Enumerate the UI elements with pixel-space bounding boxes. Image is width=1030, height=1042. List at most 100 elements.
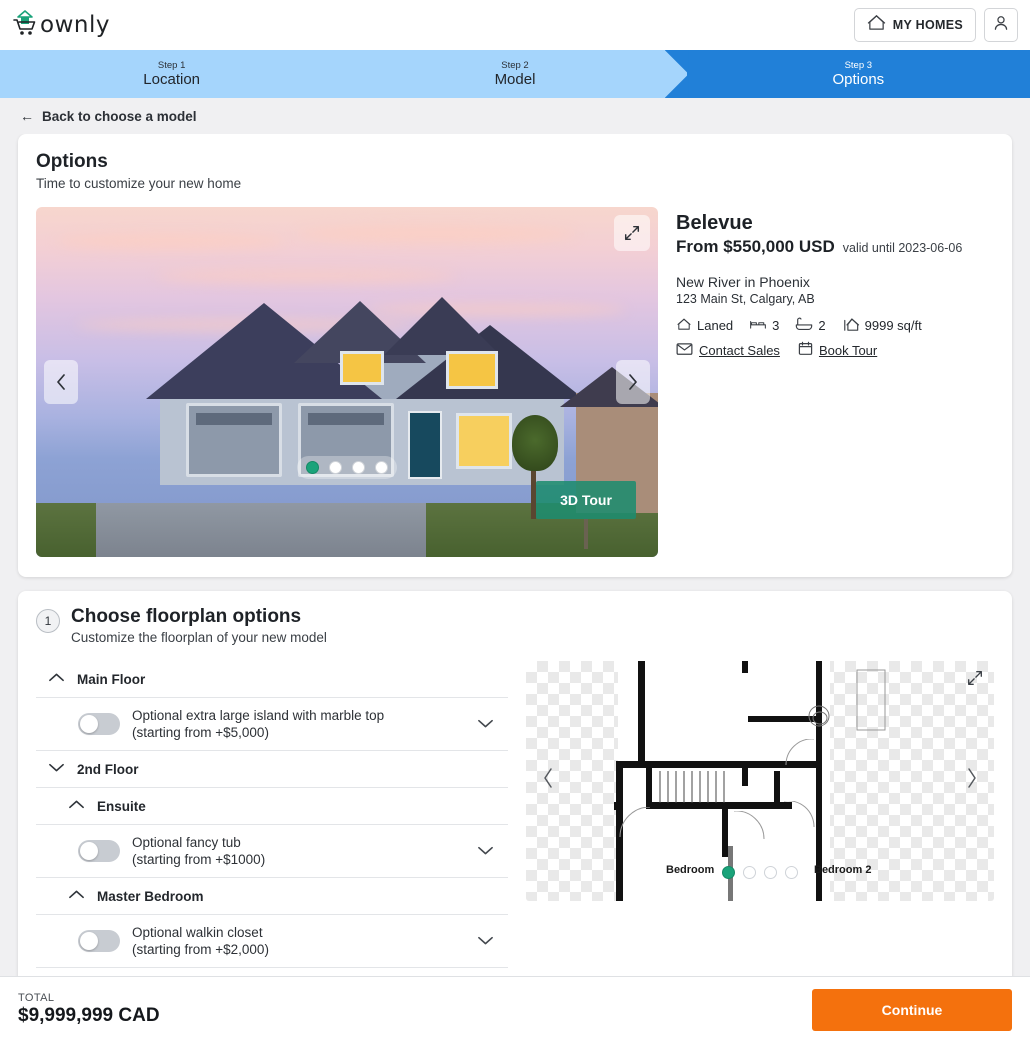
- step-number: Step 2: [501, 59, 529, 71]
- step-number: Step 1: [157, 59, 186, 71]
- property-address: 123 Main St, Calgary, AB: [676, 292, 815, 306]
- chevron-down-icon: [48, 760, 65, 778]
- floorplan-header: 1 Choose floorplan options Customize the…: [36, 605, 994, 647]
- carousel-dots: [297, 456, 397, 479]
- model-summary-row: 3D Tour Belevue From $550,000 USD valid …: [36, 207, 994, 557]
- community-name: New River in Phoenix: [676, 274, 810, 290]
- floorplan-subtitle: Customize the floorplan of your new mode…: [71, 630, 327, 645]
- floorplan-option-list: Main Floor Optional extra large island w…: [36, 661, 508, 968]
- floorplan-title: Choose floorplan options: [71, 606, 302, 627]
- total-label: TOTAL: [18, 992, 55, 1004]
- ownly-logo[interactable]: ownly: [12, 9, 110, 42]
- floorplan-next-button[interactable]: [964, 766, 980, 796]
- group-header-master-bedroom[interactable]: Master Bedroom: [36, 878, 508, 915]
- sign-post: [584, 519, 588, 549]
- contact-sales-link[interactable]: Contact Sales: [676, 342, 780, 359]
- continue-button[interactable]: Continue: [812, 988, 1012, 1031]
- carousel-dot[interactable]: [722, 866, 735, 879]
- carousel-dot[interactable]: [352, 461, 365, 474]
- chevron-down-icon[interactable]: [473, 843, 498, 859]
- step-number: Step 3: [844, 59, 873, 71]
- action-label: Book Tour: [818, 342, 878, 358]
- option-toggle[interactable]: [78, 930, 120, 952]
- option-toggle[interactable]: [78, 840, 120, 862]
- carousel-dot[interactable]: [785, 866, 798, 879]
- spec-area: 9999 sq/ft: [842, 316, 922, 335]
- group-ensuite: Ensuite Optional fancy tub (starting fro…: [36, 788, 508, 878]
- header-actions: MY HOMES: [853, 8, 1018, 42]
- spec-lot-type: Laned: [676, 316, 733, 335]
- price-row: From $550,000 USD valid until 2023-06-06: [676, 237, 994, 257]
- option-row: Optional walkin closet (starting from +$…: [36, 915, 508, 968]
- chevron-down-icon[interactable]: [473, 716, 498, 732]
- option-title: Optional walkin closet: [132, 925, 263, 940]
- option-toggle[interactable]: [78, 713, 120, 735]
- group-header-2nd-floor[interactable]: 2nd Floor: [36, 751, 508, 788]
- group-header-ensuite[interactable]: Ensuite: [36, 788, 508, 825]
- my-homes-label: MY HOMES: [892, 18, 963, 32]
- carousel-dot[interactable]: [764, 866, 777, 879]
- expand-diagonal-icon[interactable]: [614, 215, 650, 251]
- chevron-up-icon: [48, 670, 65, 688]
- option-text: Optional fancy tub (starting from +$1000…: [132, 834, 461, 868]
- step-location[interactable]: Step 1 Location: [0, 50, 344, 98]
- house-cart-icon: [12, 9, 38, 42]
- step-model[interactable]: Step 2 Model: [343, 50, 687, 98]
- option-title: Optional extra large island with marble …: [132, 708, 385, 723]
- spec-bedrooms: 3: [749, 316, 779, 335]
- chevron-down-icon[interactable]: [473, 933, 498, 949]
- book-tour-link[interactable]: Book Tour: [798, 341, 877, 359]
- carousel-prev-button[interactable]: [44, 360, 78, 404]
- chevron-up-icon: [68, 887, 85, 905]
- arrow-left-icon: ←: [20, 108, 34, 124]
- group-label: Ensuite: [97, 798, 146, 814]
- house-icon: [867, 13, 886, 37]
- step-label: Location: [143, 70, 201, 88]
- chevron-up-icon: [68, 797, 85, 815]
- property-name: Belevue: [676, 212, 753, 234]
- group-label: 2nd Floor: [77, 761, 139, 777]
- 3d-tour-button[interactable]: 3D Tour: [536, 481, 636, 519]
- spec-value: 3: [772, 318, 780, 333]
- house-icon: [676, 316, 692, 335]
- group-header-main-floor[interactable]: Main Floor: [36, 661, 508, 698]
- carousel-dot[interactable]: [306, 461, 319, 474]
- floorplan-viewer[interactable]: Bedroom Bedroom 2: [526, 661, 994, 901]
- total-value: $9,999,999 CAD: [18, 1005, 160, 1026]
- floorplan-prev-button[interactable]: [540, 766, 556, 796]
- envelope-icon: [676, 342, 693, 359]
- carousel-dot[interactable]: [743, 866, 756, 879]
- page-subtitle: Time to customize your new home: [36, 176, 242, 191]
- back-bar: ← Back to choose a model: [0, 98, 1030, 134]
- option-price: (starting from +$1000): [132, 852, 266, 867]
- back-link-label: Back to choose a model: [42, 108, 197, 124]
- property-price: From $550,000 USD: [676, 237, 835, 256]
- options-card: Options Time to customize your new home: [18, 134, 1012, 577]
- carousel-dot[interactable]: [375, 461, 388, 474]
- step-label: Options: [832, 70, 885, 88]
- floorplan-expand-icon[interactable]: [966, 669, 984, 692]
- carousel-dot[interactable]: [329, 461, 342, 474]
- spec-value: Laned: [697, 318, 734, 333]
- page-title: Options: [36, 151, 108, 172]
- area-icon: [842, 316, 860, 335]
- back-to-model-link[interactable]: ← Back to choose a model: [20, 109, 197, 124]
- bathtub-icon: [795, 316, 813, 335]
- group-label: Master Bedroom: [97, 888, 204, 904]
- option-title: Optional fancy tub: [132, 835, 241, 850]
- step-label: Model: [494, 70, 536, 88]
- property-specs: Laned 3 2 9999 sq/ft: [676, 316, 994, 335]
- app-header: ownly MY HOMES: [0, 0, 1030, 50]
- carousel-next-button[interactable]: [616, 360, 650, 404]
- step-options[interactable]: Step 3 Options: [686, 50, 1030, 98]
- page-footer: TOTAL $9,999,999 CAD Continue: [0, 976, 1030, 1042]
- account-button[interactable]: [984, 8, 1018, 42]
- option-text: Optional walkin closet (starting from +$…: [132, 924, 461, 958]
- my-homes-button[interactable]: MY HOMES: [853, 8, 976, 42]
- spec-bathrooms: 2: [795, 316, 826, 335]
- property-actions: Contact Sales Book Tour: [676, 341, 994, 359]
- model-image-carousel[interactable]: 3D Tour: [36, 207, 658, 557]
- floorplan-carousel-dots: [722, 866, 798, 879]
- calendar-icon: [798, 341, 813, 359]
- spec-value: 9999 sq/ft: [864, 318, 922, 333]
